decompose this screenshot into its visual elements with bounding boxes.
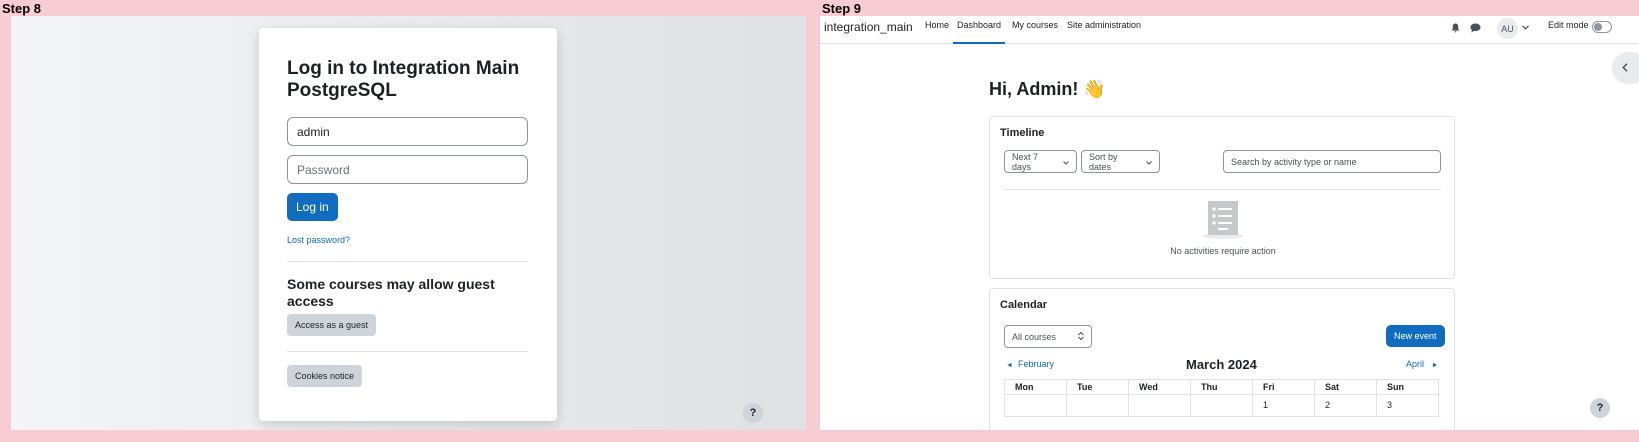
dashboard-screen: integration_main Home Dashboard My cours… [820, 16, 1639, 430]
login-screen: Log in to Integration Main PostgreSQL Lo… [11, 16, 806, 430]
chevron-down-icon [1063, 157, 1069, 167]
calendar-grid: Mon Tue Wed Thu Fri Sat Sun 1 2 3 [1004, 379, 1439, 417]
top-navbar: integration_main Home Dashboard My cours… [820, 16, 1639, 44]
calendar-day-cell[interactable] [1004, 394, 1067, 417]
user-avatar[interactable]: AU [1497, 18, 1518, 39]
help-button[interactable]: ? [743, 403, 763, 423]
new-event-button[interactable]: New event [1386, 325, 1445, 347]
edit-mode-label: Edit mode [1548, 20, 1589, 30]
timeline-title: Timeline [1000, 127, 1045, 139]
page-greeting: Hi, Admin! 👋 [989, 79, 1106, 99]
help-button[interactable]: ? [1590, 398, 1610, 418]
edit-mode-toggle[interactable] [1592, 21, 1612, 33]
timeline-sort[interactable]: Sort by dates [1081, 150, 1160, 173]
calendar-day-cell[interactable]: 2 [1314, 394, 1377, 417]
guest-access-button[interactable]: Access as a guest [287, 314, 377, 336]
step-9-label: Step 9 [822, 1, 862, 16]
next-month-label: April [1406, 359, 1425, 369]
toggle-knob [1594, 23, 1602, 31]
divider [287, 351, 528, 352]
calendar-day-cell[interactable] [1066, 394, 1129, 417]
cookies-notice-button[interactable]: Cookies notice [287, 365, 363, 387]
timeline-day-filter[interactable]: Next 7 days [1004, 150, 1077, 173]
calendar-day-cell[interactable] [1190, 394, 1253, 417]
divider [287, 261, 528, 262]
weekday-header: Thu [1190, 379, 1253, 395]
login-card: Log in to Integration Main PostgreSQL Lo… [259, 28, 557, 421]
weekday-header: Sat [1314, 379, 1377, 395]
weekday-header: Sun [1376, 379, 1439, 395]
calendar-title: Calendar [1000, 299, 1048, 311]
timeline-block: Timeline Next 7 days Sort by dates No ac… [989, 116, 1455, 279]
weekday-header: Tue [1066, 379, 1129, 395]
nav-home[interactable]: Home [925, 20, 949, 30]
chevron-left-icon [1622, 61, 1628, 75]
calendar-block: Calendar All courses New event ◄ Februar… [989, 288, 1455, 430]
calendar-month-title: March 2024 [1186, 357, 1257, 372]
site-brand[interactable]: integration_main [824, 20, 913, 34]
weekday-header: Wed [1128, 379, 1191, 395]
password-field[interactable] [287, 155, 528, 184]
drawer-open-button[interactable] [1612, 52, 1639, 84]
calendar-week-row: 1 2 3 [1004, 394, 1439, 417]
bell-icon[interactable] [1450, 23, 1460, 33]
calendar-day-cell[interactable]: 3 [1376, 394, 1439, 417]
select-arrows-icon [1078, 331, 1084, 342]
message-icon[interactable] [1470, 23, 1481, 33]
timeline-empty-message: No activities require action [1170, 246, 1276, 256]
login-title: Log in to Integration Main PostgreSQL [287, 58, 520, 101]
arrow-left-icon: ◄ [1006, 362, 1013, 369]
chevron-down-icon [1146, 157, 1152, 167]
arrow-right-icon: ► [1431, 362, 1439, 369]
prev-month-link[interactable]: ◄ February [1006, 359, 1054, 369]
username-field[interactable] [287, 117, 528, 146]
calendar-weekday-row: Mon Tue Wed Thu Fri Sat Sun [1004, 379, 1439, 395]
calendar-course-filter-label: All courses [1012, 331, 1057, 342]
nav-my-courses[interactable]: My courses [1012, 20, 1058, 30]
timeline-sort-label: Sort by dates [1089, 151, 1118, 172]
weekday-header: Mon [1004, 379, 1067, 395]
calendar-day-cell[interactable]: 1 [1252, 394, 1315, 417]
login-button[interactable]: Log in [287, 193, 338, 221]
next-month-link[interactable]: April ► [1406, 359, 1438, 369]
calendar-day-cell[interactable] [1128, 394, 1191, 417]
weekday-header: Fri [1252, 379, 1315, 395]
step-8-label: Step 8 [2, 1, 42, 16]
chevron-down-icon[interactable] [1522, 25, 1529, 30]
guest-access-heading: Some courses may allow guest access [287, 276, 495, 309]
timeline-day-filter-label: Next 7 days [1012, 151, 1039, 172]
prev-month-label: February [1017, 359, 1054, 369]
nav-site-administration[interactable]: Site administration [1067, 20, 1141, 30]
lost-password-link[interactable]: Lost password? [287, 235, 350, 245]
calendar-course-filter[interactable]: All courses [1004, 325, 1092, 348]
empty-list-icon [1201, 200, 1245, 245]
nav-dashboard[interactable]: Dashboard [953, 20, 1006, 44]
divider [1004, 189, 1441, 190]
timeline-search-input[interactable] [1223, 150, 1441, 173]
